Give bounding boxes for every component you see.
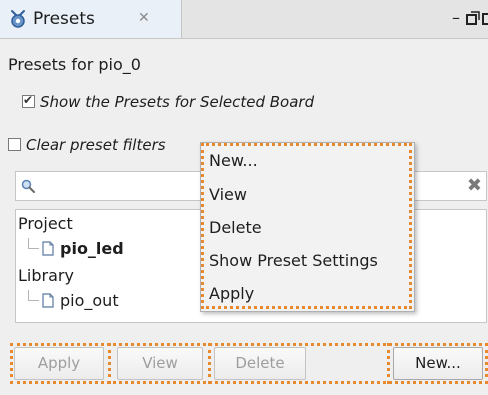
tree-node-project[interactable]: Project	[18, 214, 73, 233]
tab-title: Presets	[33, 9, 95, 29]
tree-node-library[interactable]: Library	[18, 266, 74, 285]
apply-button[interactable]: Apply	[14, 347, 104, 380]
minimize-icon[interactable]: –	[452, 8, 460, 27]
file-icon	[42, 241, 54, 256]
search-icon	[21, 179, 35, 193]
menu-item-apply[interactable]: Apply	[209, 284, 254, 303]
clear-filters-checkbox[interactable]	[8, 138, 21, 151]
presets-panel: Presets ✕ – Presets for pio_0 ✔ Show the…	[0, 0, 488, 395]
view-tab-bar: Presets ✕ –	[0, 0, 488, 39]
menu-item-view[interactable]: View	[209, 185, 247, 204]
tree-item-pio-led[interactable]: pio_led	[60, 239, 124, 258]
button-bar-highlight-divider	[108, 343, 111, 384]
check-mark-icon: ✔	[23, 93, 34, 107]
menu-item-new[interactable]: New...	[209, 151, 258, 170]
clear-filters-label: Clear preset filters	[26, 136, 166, 154]
menu-item-delete[interactable]: Delete	[209, 218, 262, 237]
button-bar-highlight-divider	[208, 343, 211, 384]
presets-for-label: Presets for pio_0	[8, 55, 141, 74]
clear-search-icon[interactable]: ✖	[467, 175, 482, 196]
tree-connector	[28, 238, 39, 249]
new-button[interactable]: New...	[393, 347, 483, 380]
tree-item-pio-out[interactable]: pio_out	[60, 291, 119, 310]
tree-connector	[28, 290, 39, 301]
restore-icon[interactable]	[466, 11, 480, 25]
show-selected-board-checkbox[interactable]: ✔	[22, 93, 35, 108]
view-button[interactable]: View	[117, 347, 203, 380]
close-icon[interactable]: ✕	[138, 10, 150, 26]
tab-presets[interactable]: Presets ✕	[0, 0, 182, 38]
context-menu: New... View Delete Show Preset Settings …	[200, 142, 415, 312]
delete-button[interactable]: Delete	[214, 347, 306, 380]
show-selected-board-label: Show the Presets for Selected Board	[40, 93, 315, 111]
menu-item-show-preset-settings[interactable]: Show Preset Settings	[209, 251, 378, 270]
button-bar-highlight-divider	[387, 343, 390, 384]
presets-icon	[11, 10, 25, 28]
file-icon	[42, 293, 54, 308]
maximize-icon[interactable]	[482, 13, 488, 25]
